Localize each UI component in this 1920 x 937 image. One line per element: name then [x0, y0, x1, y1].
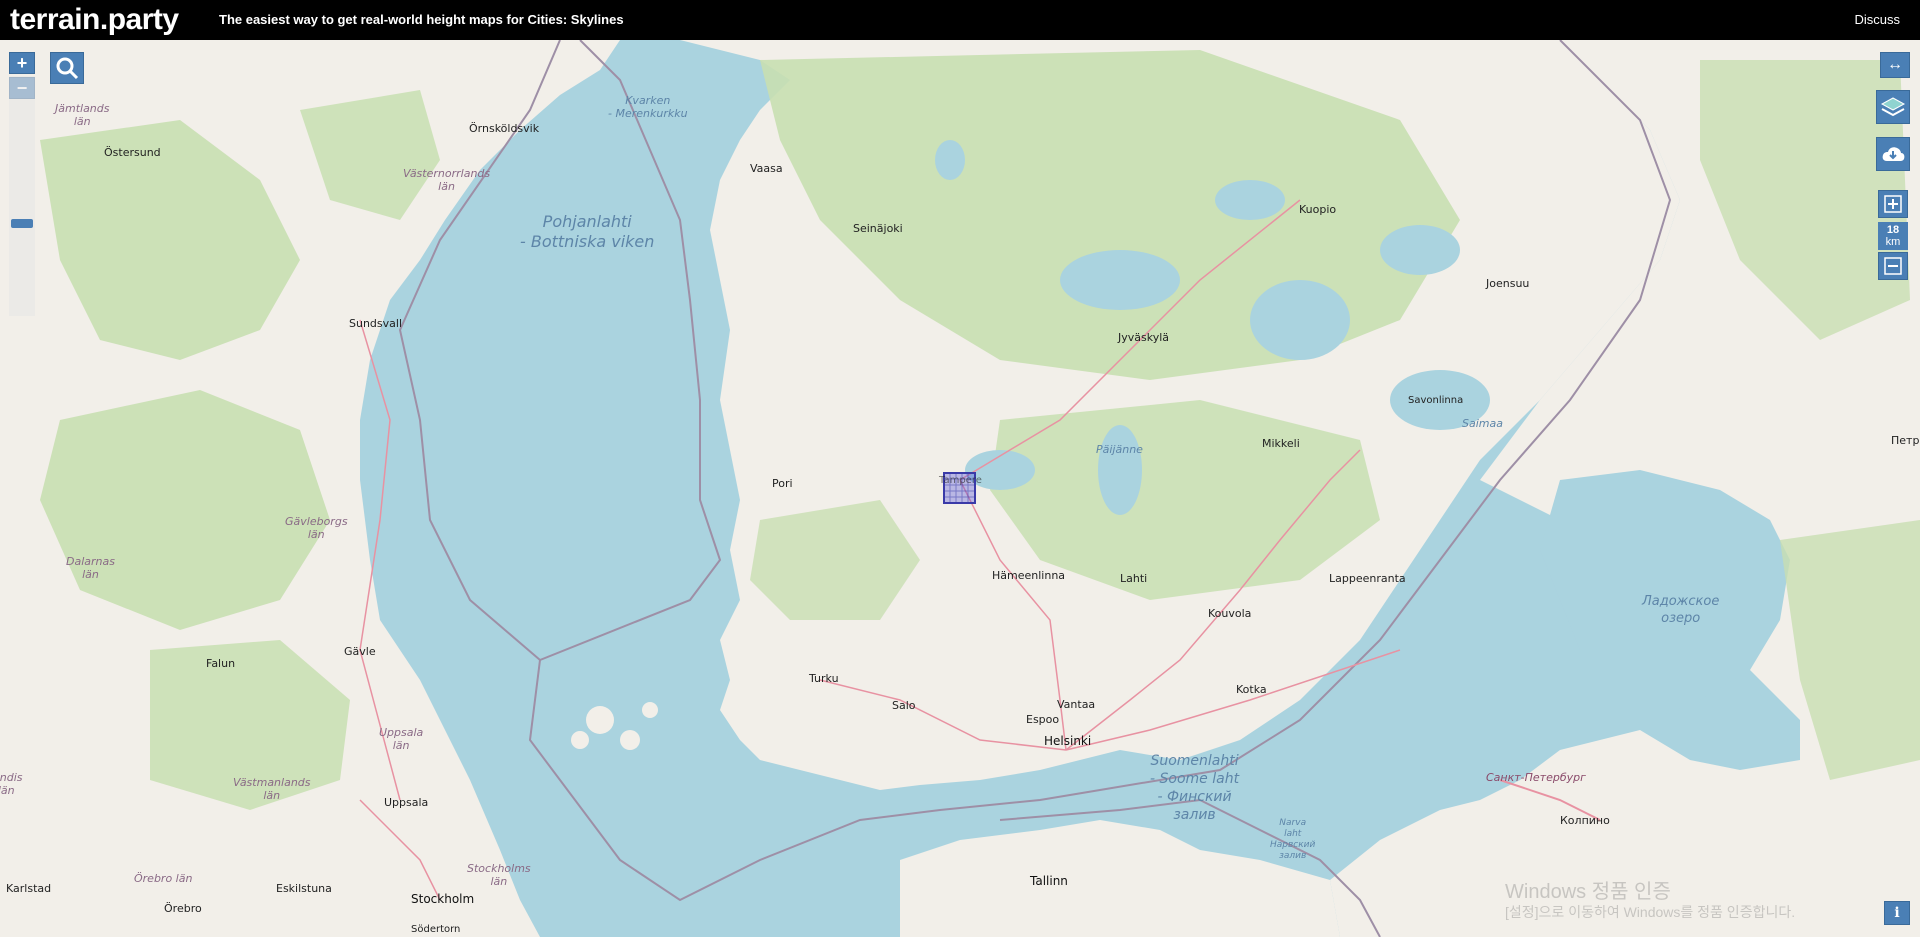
lake-label-paijanne: Päijänne	[1096, 443, 1143, 456]
region-partial-west: landis län	[0, 771, 23, 797]
lake-8	[935, 140, 965, 180]
zoom-slider-handle[interactable]	[11, 219, 33, 228]
lake-label-saimaa: Saimaa	[1462, 417, 1503, 430]
scale-unit: km	[1885, 236, 1901, 248]
scale-value: 18	[1886, 224, 1900, 236]
island-2	[620, 730, 640, 750]
city-helsinki: Helsinki	[1044, 734, 1092, 748]
region-gavleborg: Gävleborgs län	[285, 515, 348, 541]
city-stockholm: Stockholm	[411, 892, 475, 906]
city-orebro: Örebro	[164, 902, 202, 915]
map-canvas[interactable]: Pohjanlahti - Bottniska viken Kvarken - …	[0, 40, 1920, 937]
city-vantaa: Vantaa	[1057, 698, 1096, 711]
discuss-link[interactable]: Discuss	[1854, 12, 1900, 27]
site-logo[interactable]: terrain.party	[10, 3, 179, 37]
selection-scale: 18 km	[1878, 222, 1908, 250]
city-jyvaskyla: Jyväskylä	[1118, 331, 1170, 344]
city-sundsvall: Sundsvall	[349, 317, 403, 330]
sea-label-bothnia: Pohjanlahti - Bottniska viken	[520, 212, 655, 251]
zoom-in-button[interactable]: +	[9, 52, 35, 74]
cloud-download-icon	[1882, 147, 1905, 161]
city-hameenlinna: Hämeenlinna	[992, 569, 1066, 582]
map-base	[0, 40, 1920, 937]
region-dalarna: Dalarnas län	[66, 555, 115, 581]
lake-2	[1250, 280, 1350, 360]
lake-6	[1380, 225, 1460, 275]
plus-square-icon	[1884, 195, 1902, 213]
city-petro-partial: Петро	[1891, 434, 1920, 447]
city-gavle: Gävle	[344, 645, 376, 658]
island-1	[586, 706, 614, 734]
city-turku: Turku	[809, 672, 839, 685]
zoom-slider-track[interactable]	[9, 76, 35, 316]
city-kouvola: Kouvola	[1208, 607, 1252, 620]
lake-7	[1215, 180, 1285, 220]
watermark-title: Windows 정품 인증	[1505, 881, 1671, 903]
city-sodertorn: Södertorn	[411, 924, 461, 935]
watermark-subtitle: [설정]으로 이동하여 Windows를 정품 인증합니다.	[1505, 904, 1796, 920]
city-vaasa: Vaasa	[750, 162, 783, 175]
shrink-selection-button[interactable]	[1878, 252, 1908, 280]
city-ornskoldsvik: Örnsköldsvik	[469, 122, 540, 135]
region-stockholm: Stockholms län	[467, 862, 531, 888]
minus-square-icon	[1884, 257, 1902, 275]
layers-button[interactable]	[1876, 90, 1910, 124]
city-tallinn: Tallinn	[1030, 874, 1068, 888]
sea-label-gulf-finland: Suomenlahti - Soome laht - Финский залив	[1150, 753, 1240, 823]
city-pori: Pori	[772, 477, 793, 490]
city-seinajoki: Seinäjoki	[853, 222, 903, 235]
region-vasternorrland: Västernorrlands län	[403, 167, 491, 193]
layers-icon	[1880, 97, 1906, 117]
region-orebro: Örebro län	[134, 872, 193, 885]
city-ostersund: Östersund	[104, 146, 161, 159]
city-uppsala: Uppsala	[384, 796, 429, 809]
city-salo: Salo	[892, 699, 916, 712]
lake-1	[1060, 250, 1180, 310]
island-3	[571, 731, 589, 749]
city-savonlinna: Savonlinna	[1408, 395, 1464, 406]
top-bar: terrain.party The easiest way to get rea…	[0, 0, 1920, 40]
windows-activation-watermark: Windows 정품 인증 [설정]으로 이동하여 Windows를 정품 인증…	[1505, 882, 1795, 922]
city-st-petersburg: Санкт-Петербург	[1486, 771, 1586, 784]
sea-label-ladoga: Ладожское озеро	[1642, 594, 1720, 626]
expand-selection-button[interactable]	[1878, 190, 1908, 218]
region-jamtland: Jämtlands län	[55, 102, 110, 128]
sea-label-kvarken: Kvarken - Merenkurkku	[608, 94, 688, 120]
city-espoo: Espoo	[1026, 713, 1060, 726]
tagline: The easiest way to get real-world height…	[219, 12, 624, 27]
download-button[interactable]	[1876, 137, 1910, 171]
city-karlstad: Karlstad	[6, 882, 52, 895]
city-kotka: Kotka	[1236, 683, 1267, 696]
city-lahti: Lahti	[1120, 572, 1148, 585]
region-vastmanland: Västmanlands län	[233, 776, 311, 802]
city-tampere: Tampere	[939, 475, 982, 486]
city-lappeenranta: Lappeenranta	[1329, 572, 1406, 585]
city-mikkeli: Mikkeli	[1262, 437, 1300, 450]
city-kolpino: Колпино	[1560, 814, 1610, 827]
sea-label-narva: Narva laht Нарвский залив	[1270, 818, 1316, 861]
search-icon	[56, 57, 79, 80]
info-button[interactable]: i	[1884, 901, 1910, 925]
city-falun: Falun	[206, 657, 236, 670]
resize-button[interactable]: ↔	[1880, 52, 1910, 78]
lake-4	[1098, 425, 1142, 515]
city-eskilstuna: Eskilstuna	[276, 882, 332, 895]
city-joensuu: Joensuu	[1486, 277, 1530, 290]
city-kuopio: Kuopio	[1299, 203, 1337, 216]
island-4	[642, 702, 658, 718]
search-button[interactable]	[50, 52, 84, 84]
region-uppsala: Uppsala län	[379, 726, 424, 752]
